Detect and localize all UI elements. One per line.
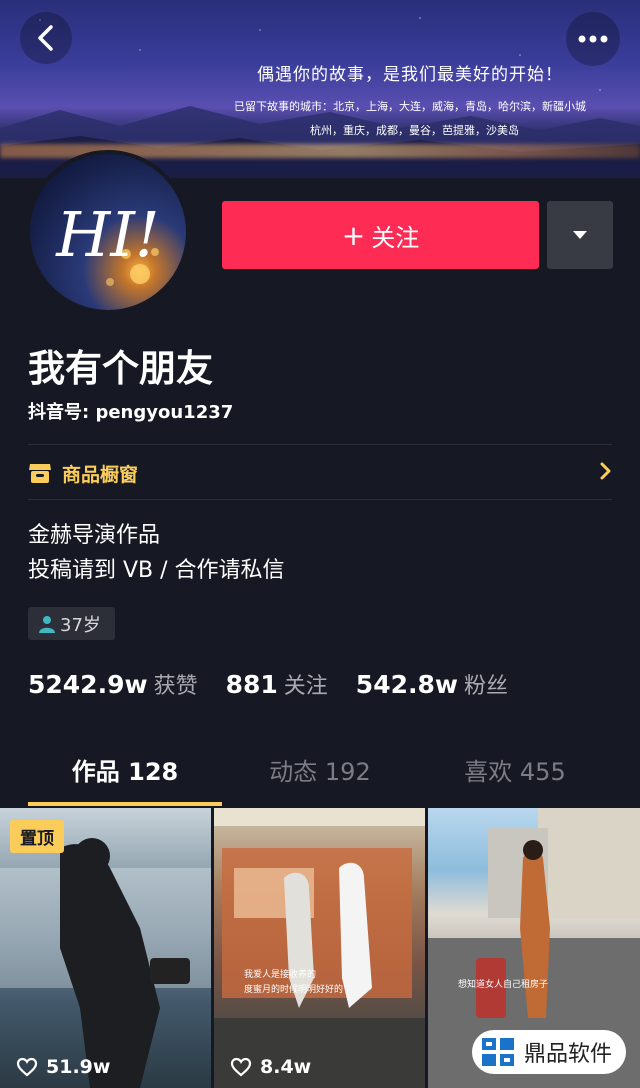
avatar[interactable]: HI! bbox=[26, 150, 190, 314]
pinned-badge: 置顶 bbox=[10, 820, 64, 853]
plus-icon: + bbox=[341, 218, 366, 252]
food-truck-scene bbox=[214, 808, 425, 1088]
stat-label: 粉丝 bbox=[463, 674, 508, 699]
stat-likes[interactable]: 5242.9w 获赞 bbox=[28, 668, 198, 700]
banner-text: 偶遇你的故事，是我们最美好的开始！ 已留下故事的城市：北京，上海，大连，威海，青… bbox=[200, 60, 620, 143]
shop-icon bbox=[29, 464, 51, 483]
tab-active-underline bbox=[28, 802, 222, 806]
video-caption: 想知道女人自己租房子 bbox=[458, 980, 549, 990]
back-arrow-icon bbox=[38, 25, 53, 51]
divider-bottom bbox=[28, 499, 612, 500]
video-likes-count: 51.9w bbox=[46, 1056, 111, 1078]
tab-works[interactable]: 作品 128 bbox=[25, 752, 225, 787]
watermark-logo-icon bbox=[481, 1038, 514, 1066]
watermark-badge: 鼎品软件 bbox=[471, 1030, 626, 1074]
shop-window-label: 商品橱窗 bbox=[62, 463, 139, 486]
video-likes-count: 8.4w bbox=[260, 1056, 312, 1078]
stats-row: 5242.9w 获赞 881 关注 542.8w 粉丝 bbox=[28, 668, 536, 700]
video-thumbnail[interactable]: 我爱人是接收养的 度蜜月的时候明明好好的 8.4w bbox=[214, 808, 425, 1088]
more-button[interactable] bbox=[566, 12, 620, 66]
stat-label: 获赞 bbox=[153, 674, 198, 699]
more-dots-icon bbox=[578, 35, 608, 43]
banner-cities-line2: 杭州，重庆，成都，曼谷，芭提雅，沙美岛 bbox=[310, 124, 519, 137]
stat-following[interactable]: 881 关注 bbox=[226, 668, 328, 700]
video-caption-line2: 度蜜月的时候明明好好的 bbox=[244, 985, 344, 995]
douyin-id: 抖音号: pengyou1237 bbox=[28, 402, 234, 423]
age-label: 37岁 bbox=[60, 614, 101, 636]
video-likes: 51.9w bbox=[16, 1056, 110, 1078]
heart-outline-icon bbox=[16, 1057, 38, 1077]
bio: 金赫导演作品 投稿请到 VB / 合作请私信 bbox=[28, 518, 285, 588]
chevron-right-icon bbox=[600, 462, 611, 480]
triangle-down-icon bbox=[573, 231, 587, 239]
video-caption-line1: 我爱人是接收养的 bbox=[244, 970, 317, 980]
banner-slogan: 偶遇你的故事，是我们最美好的开始！ bbox=[257, 65, 563, 85]
bio-line2: 投稿请到 VB / 合作请私信 bbox=[28, 558, 285, 583]
content-tabs: 作品 128 动态 192 喜欢 455 bbox=[0, 752, 640, 808]
stat-value: 881 bbox=[225, 670, 278, 699]
nickname: 我有个朋友 bbox=[28, 347, 213, 390]
heart-outline-icon bbox=[230, 1057, 252, 1077]
tab-likes[interactable]: 喜欢 455 bbox=[415, 752, 615, 787]
person-icon bbox=[39, 615, 55, 633]
back-button[interactable] bbox=[20, 12, 72, 64]
watermark-text: 鼎品软件 bbox=[523, 1042, 612, 1067]
banner-cities: 已留下故事的城市：北京，上海，大连，威海，青岛，哈尔滨，新疆小城 杭州，重庆，成… bbox=[200, 95, 620, 143]
avatar-hi-text: HI! bbox=[56, 198, 160, 271]
stat-followers[interactable]: 542.8w 粉丝 bbox=[356, 668, 508, 700]
follow-button[interactable]: + 关注 bbox=[222, 201, 539, 269]
divider-top bbox=[28, 444, 612, 445]
video-likes: 8.4w bbox=[230, 1056, 311, 1078]
bio-line1: 金赫导演作品 bbox=[28, 523, 161, 548]
stat-value: 5242.9w bbox=[28, 670, 148, 699]
banner-cities-line1: 已留下故事的城市：北京，上海，大连，威海，青岛，哈尔滨，新疆小城 bbox=[234, 100, 586, 113]
stat-label: 关注 bbox=[283, 674, 328, 699]
stat-value: 542.8w bbox=[355, 670, 458, 699]
shop-window-row[interactable]: 商品橱窗 bbox=[28, 454, 612, 492]
video-thumbnail[interactable]: 置顶 51.9w bbox=[0, 808, 211, 1088]
tab-activity[interactable]: 动态 192 bbox=[220, 752, 420, 787]
follow-label: 关注 bbox=[371, 223, 420, 252]
video-caption: 我爱人是接收养的 度蜜月的时候明明好好的 bbox=[244, 968, 343, 998]
recommend-dropdown-button[interactable] bbox=[547, 201, 613, 269]
age-tag: 37岁 bbox=[28, 607, 115, 640]
